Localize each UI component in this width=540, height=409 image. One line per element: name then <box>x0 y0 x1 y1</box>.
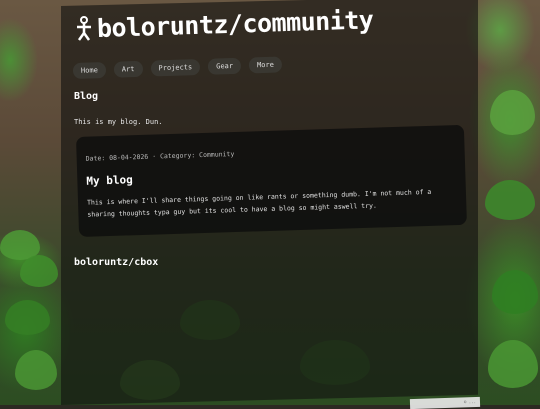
cbox-heading: boloruntz/cbox <box>74 257 159 268</box>
stick-figure-icon <box>77 15 91 41</box>
leaf <box>15 350 57 390</box>
blog-post-card[interactable]: Date: 08-04-2026 · Category: Community M… <box>76 124 467 237</box>
nav-item-art[interactable]: Art <box>113 60 143 78</box>
post-title[interactable]: My blog <box>86 173 133 187</box>
footer-corner-text: © ... <box>463 399 477 405</box>
nav-item-more[interactable]: More <box>248 56 283 74</box>
footer-corner: © ... <box>409 396 481 409</box>
site-header: boloruntz/community <box>75 5 374 43</box>
nav-item-gear[interactable]: Gear <box>207 57 242 75</box>
post-meta: Date: 08-04-2026 · Category: Community <box>85 150 235 163</box>
leaf <box>485 180 535 220</box>
nav-item-projects[interactable]: Projects <box>150 59 201 77</box>
leaf <box>20 255 58 287</box>
blog-intro: This is my blog. Dun. <box>74 118 163 126</box>
leaf <box>492 270 538 314</box>
leaf <box>488 340 538 388</box>
blog-heading: Blog <box>74 91 99 102</box>
leaf <box>5 300 50 335</box>
post-body: This is where I'll share things going on… <box>86 187 432 219</box>
nav-item-home[interactable]: Home <box>72 61 107 79</box>
leaf <box>490 90 535 135</box>
